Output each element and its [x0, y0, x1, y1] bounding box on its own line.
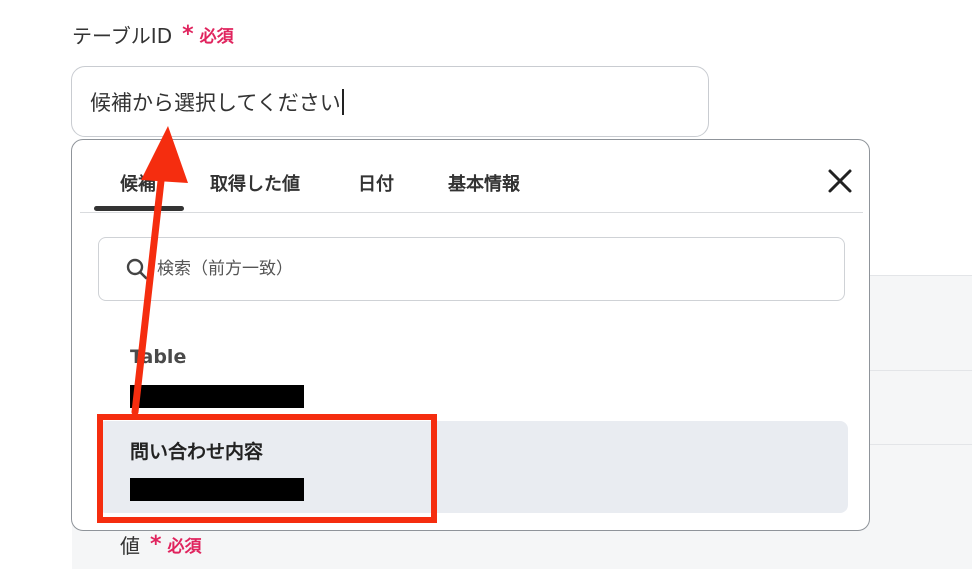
background-divider: [860, 370, 972, 371]
dropdown-tabs: 候補 取得した値 日付 基本情報: [80, 140, 863, 213]
tab-basic-info[interactable]: 基本情報: [448, 170, 520, 196]
background-divider: [860, 444, 972, 445]
required-text: 必須: [167, 537, 202, 557]
field-label-text: テーブルID: [72, 24, 173, 48]
search-box: [98, 237, 845, 301]
required-asterisk: *: [150, 531, 162, 557]
table-id-input[interactable]: 候補から選択してください: [71, 66, 709, 137]
search-icon: [126, 258, 148, 280]
tab-candidates[interactable]: 候補: [120, 170, 156, 196]
value-label-text: 値: [120, 534, 140, 558]
tab-fetched-values[interactable]: 取得した値: [210, 170, 300, 196]
annotation-highlight-box: [97, 414, 437, 523]
option-title: Table: [130, 346, 187, 368]
tab-date[interactable]: 日付: [358, 170, 394, 196]
close-icon: [828, 169, 852, 193]
option-table[interactable]: Table: [98, 330, 848, 416]
active-tab-indicator: [94, 206, 184, 211]
redacted-id: [130, 385, 304, 408]
required-text: 必須: [199, 27, 234, 47]
text-caret: [341, 88, 344, 115]
table-id-input-text: 候補から選択してください: [90, 90, 341, 115]
value-label: 値 * 必須: [120, 530, 202, 559]
required-asterisk: *: [182, 21, 194, 47]
table-id-label: テーブルID * 必須: [72, 20, 234, 49]
search-input[interactable]: [155, 258, 759, 280]
close-button[interactable]: [825, 166, 855, 196]
